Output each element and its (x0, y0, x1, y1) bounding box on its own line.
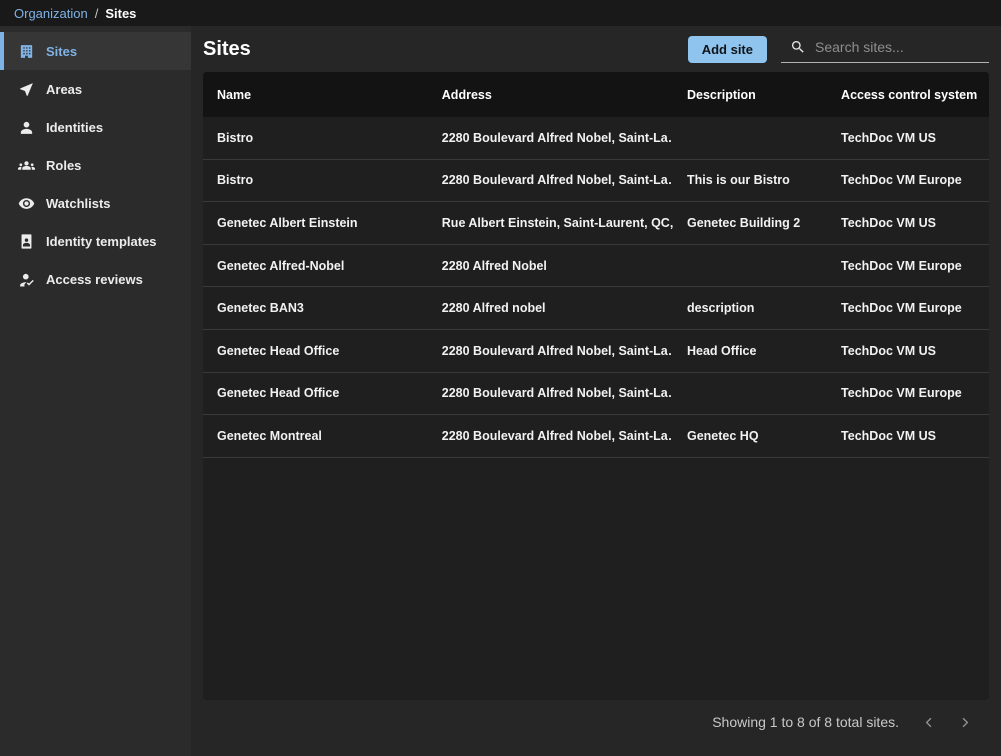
sidebar-item-access-reviews[interactable]: Access reviews (0, 260, 191, 298)
table-cell: Genetec Alfred-Nobel (203, 259, 428, 273)
navigation-arrow-icon (18, 81, 35, 98)
table-row[interactable]: Genetec Albert EinsteinRue Albert Einste… (203, 202, 989, 245)
table-row[interactable]: Bistro2280 Boulevard Alfred Nobel, Saint… (203, 160, 989, 203)
sidebar-item-watchlists[interactable]: Watchlists (0, 184, 191, 222)
table-cell: TechDoc VM Europe (827, 259, 989, 273)
table-cell: Genetec HQ (673, 429, 827, 443)
table-cell: TechDoc VM Europe (827, 301, 989, 315)
table-cell: Genetec BAN3 (203, 301, 428, 315)
table-cell: Genetec Albert Einstein (203, 216, 428, 230)
table-cell: TechDoc VM US (827, 216, 989, 230)
sidebar-item-identity-templates[interactable]: Identity templates (0, 222, 191, 260)
table-cell: 2280 Boulevard Alfred Nobel, Saint-La… (428, 344, 673, 358)
pagination-next-button[interactable] (954, 712, 975, 733)
sidebar-item-areas[interactable]: Areas (0, 70, 191, 108)
table-cell: Genetec Head Office (203, 344, 428, 358)
main-content: Sites Add site NameAddressDescriptionAcc… (191, 26, 1001, 756)
sidebar-item-identities[interactable]: Identities (0, 108, 191, 146)
table-cell: This is our Bistro (673, 173, 827, 187)
sidebar-item-label: Roles (46, 158, 81, 173)
table-cell: 2280 Boulevard Alfred Nobel, Saint-La… (428, 131, 673, 145)
breadcrumb-current: Sites (105, 6, 136, 21)
id-card-icon (18, 233, 35, 250)
table-cell: Rue Albert Einstein, Saint-Laurent, QC,… (428, 216, 673, 230)
table-cell: 2280 Alfred Nobel (428, 259, 673, 273)
sidebar-item-label: Watchlists (46, 196, 111, 211)
search-icon (790, 39, 806, 55)
table-cell: TechDoc VM US (827, 131, 989, 145)
table-cell: Genetec Montreal (203, 429, 428, 443)
sites-table: NameAddressDescriptionAccess control sys… (203, 72, 989, 700)
sidebar-item-label: Areas (46, 82, 82, 97)
pagination: Showing 1 to 8 of 8 total sites. (203, 700, 989, 744)
table-cell: Bistro (203, 173, 428, 187)
search-field[interactable] (781, 35, 989, 63)
sidebar-item-label: Identities (46, 120, 103, 135)
table-cell: 2280 Boulevard Alfred Nobel, Saint-La… (428, 429, 673, 443)
table-cell: Bistro (203, 131, 428, 145)
pagination-prev-button[interactable] (919, 712, 940, 733)
column-header-name: Name (203, 88, 428, 102)
table-cell: Head Office (673, 344, 827, 358)
breadcrumb: Organization / Sites (0, 0, 1001, 26)
table-cell: 2280 Boulevard Alfred Nobel, Saint-La… (428, 386, 673, 400)
column-header-description: Description (673, 88, 827, 102)
sidebar-item-label: Sites (46, 44, 77, 59)
table-header-row: NameAddressDescriptionAccess control sys… (203, 72, 989, 117)
page-title: Sites (203, 38, 251, 61)
sidebar-item-roles[interactable]: Roles (0, 146, 191, 184)
table-cell: 2280 Alfred nobel (428, 301, 673, 315)
search-input[interactable] (815, 39, 989, 55)
person-check-icon (18, 271, 35, 288)
person-icon (18, 119, 35, 136)
people-icon (18, 157, 35, 174)
table-cell: TechDoc VM Europe (827, 173, 989, 187)
building-icon (18, 43, 35, 60)
table-cell: TechDoc VM US (827, 429, 989, 443)
breadcrumb-separator: / (95, 6, 99, 21)
add-site-button[interactable]: Add site (688, 36, 767, 63)
table-row[interactable]: Genetec Head Office2280 Boulevard Alfred… (203, 373, 989, 416)
chevron-left-icon (921, 714, 938, 731)
pagination-summary: Showing 1 to 8 of 8 total sites. (712, 714, 899, 730)
table-row[interactable]: Genetec BAN32280 Alfred nobeldescription… (203, 287, 989, 330)
table-body: Bistro2280 Boulevard Alfred Nobel, Saint… (203, 117, 989, 458)
table-cell: description (673, 301, 827, 315)
table-row[interactable]: Bistro2280 Boulevard Alfred Nobel, Saint… (203, 117, 989, 160)
table-row[interactable]: Genetec Alfred-Nobel2280 Alfred Nobel Tec… (203, 245, 989, 288)
table-cell: 2280 Boulevard Alfred Nobel, Saint-La… (428, 173, 673, 187)
eye-icon (18, 195, 35, 212)
table-cell: Genetec Building 2 (673, 216, 827, 230)
table-row[interactable]: Genetec Montreal2280 Boulevard Alfred No… (203, 415, 989, 458)
column-header-access-control-system: Access control system (827, 88, 989, 102)
chevron-right-icon (956, 714, 973, 731)
table-cell: TechDoc VM US (827, 344, 989, 358)
table-cell: TechDoc VM Europe (827, 386, 989, 400)
table-row[interactable]: Genetec Head Office2280 Boulevard Alfred… (203, 330, 989, 373)
column-header-address: Address (428, 88, 673, 102)
sidebar-item-label: Identity templates (46, 234, 157, 249)
sidebar-item-sites[interactable]: Sites (0, 32, 191, 70)
page-header: Sites Add site (203, 26, 989, 72)
table-cell: Genetec Head Office (203, 386, 428, 400)
breadcrumb-link-organization[interactable]: Organization (14, 6, 88, 21)
sidebar-item-label: Access reviews (46, 272, 143, 287)
sidebar: Sites Areas Identities Roles Watchlists Ident… (0, 26, 191, 756)
